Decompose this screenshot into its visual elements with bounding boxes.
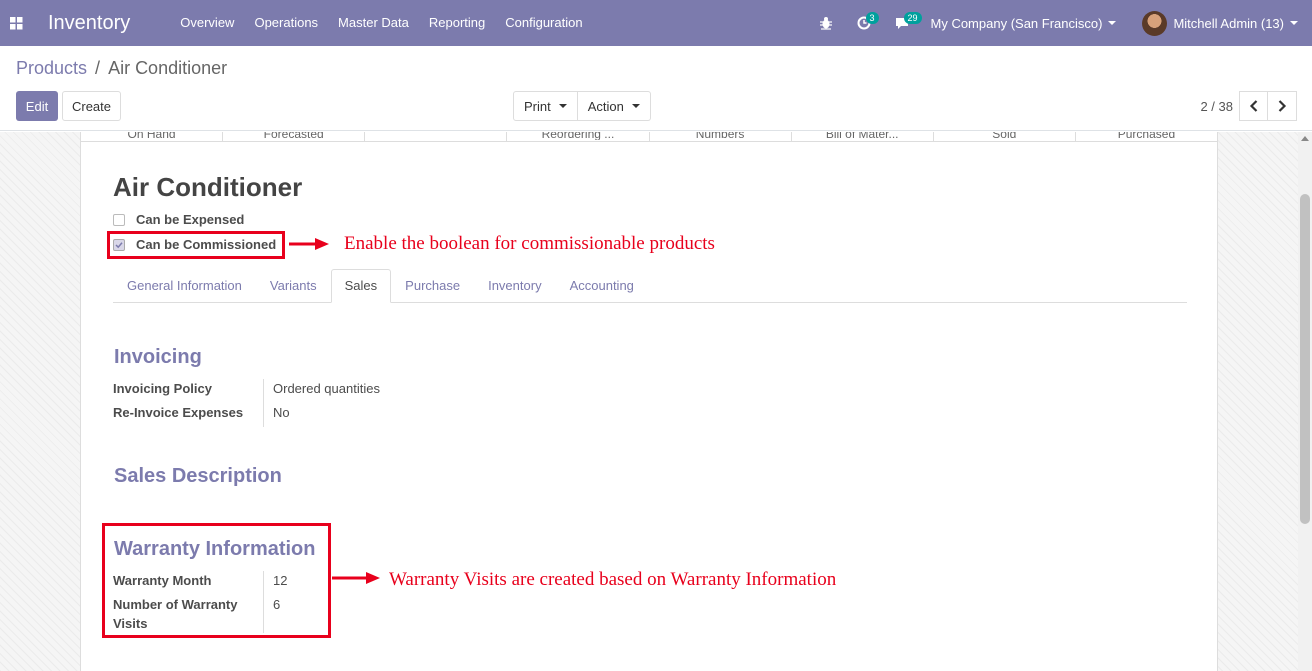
stat-button-purchased[interactable]: Purchased [1076, 132, 1217, 141]
user-menu[interactable]: Mitchell Admin (13) [1132, 10, 1312, 36]
print-dropdown-button[interactable]: Print [513, 91, 578, 121]
stat-label: Purchased [1117, 132, 1176, 140]
reinvoice-expenses-row: Re-Invoice Expenses No [113, 403, 513, 427]
caret-down-icon [1290, 21, 1298, 25]
pager-previous-button[interactable] [1239, 91, 1268, 121]
activity-count-badge: 3 [865, 12, 879, 24]
top-navbar: Inventory Overview Operations Master Dat… [0, 0, 1312, 46]
menu-item-reporting[interactable]: Reporting [419, 0, 495, 46]
tab-accounting[interactable]: Accounting [556, 269, 648, 302]
sales-description-title: Sales Description [114, 465, 282, 487]
stat-label: Forecasted [263, 132, 324, 140]
chevron-right-icon [1278, 100, 1287, 112]
can-be-expensed-checkbox[interactable] [113, 213, 125, 226]
can-be-expensed-row: Can be Expensed [113, 212, 244, 227]
caret-down-icon [558, 104, 567, 108]
stat-label: Reordering ... [541, 132, 615, 140]
create-button[interactable]: Create [62, 91, 121, 121]
scroll-up-icon[interactable] [1301, 136, 1309, 141]
message-count-badge: 29 [903, 12, 922, 24]
app-name[interactable]: Inventory [48, 12, 130, 35]
apps-menu-icon[interactable] [0, 0, 32, 46]
company-switcher[interactable]: My Company (San Francisco) [921, 16, 1133, 31]
menu-item-operations[interactable]: Operations [244, 0, 328, 46]
stat-label: Numbers [695, 132, 745, 140]
chevron-left-icon [1249, 100, 1257, 112]
reinvoice-expenses-label: Re-Invoice Expenses [113, 405, 244, 420]
tab-general-information[interactable]: General Information [113, 269, 256, 302]
stat-button-empty[interactable] [365, 132, 508, 141]
menu-item-overview[interactable]: Overview [170, 0, 244, 46]
stat-button-bom[interactable]: Bill of Mater... [792, 132, 934, 141]
pager-next-button[interactable] [1268, 91, 1297, 121]
breadcrumb: Products / Air Conditioner [16, 58, 227, 79]
warranty-arrow-icon [332, 572, 380, 584]
menu-item-master-data[interactable]: Master Data [328, 0, 419, 46]
invoicing-section-title: Invoicing [114, 346, 202, 368]
scrollbar-thumb[interactable] [1300, 194, 1310, 524]
stat-button-sold[interactable]: Sold [934, 132, 1076, 141]
tab-variants[interactable]: Variants [256, 269, 331, 302]
stat-button-on-hand[interactable]: On Hand [81, 132, 224, 141]
tab-sales[interactable]: Sales [330, 269, 392, 303]
commission-highlight-box [107, 231, 285, 259]
caret-down-icon [631, 104, 640, 108]
breadcrumb-current: Air Conditioner [108, 58, 228, 78]
action-dropdown-button[interactable]: Action [577, 91, 651, 121]
reinvoice-expenses-value[interactable]: No [263, 403, 290, 427]
can-be-expensed-label[interactable]: Can be Expensed [136, 212, 244, 227]
smart-button-box: On Hand Forecasted Reordering ... Number… [81, 132, 1217, 142]
vertical-scrollbar[interactable] [1298, 132, 1312, 671]
activity-clock-icon[interactable]: 3 [845, 0, 883, 46]
tab-purchase[interactable]: Purchase [391, 269, 474, 302]
user-name: Mitchell Admin (13) [1173, 15, 1284, 31]
edit-button[interactable]: Edit [16, 91, 58, 121]
breadcrumb-products-link[interactable]: Products [16, 58, 87, 79]
stat-label: Bill of Mater... [825, 132, 899, 140]
pager: 2 / 38 [1200, 91, 1297, 121]
invoicing-policy-row: Invoicing Policy Ordered quantities [113, 379, 513, 403]
stat-label: On Hand [127, 132, 176, 140]
pager-value[interactable]: 2 / 38 [1200, 99, 1233, 114]
control-panel: Products / Air Conditioner Edit Create P… [0, 46, 1312, 131]
action-label: Action [587, 98, 624, 114]
avatar [1142, 10, 1168, 36]
notebook-tabs: General Information Variants Sales Purch… [113, 269, 1187, 303]
stat-button-forecasted[interactable]: Forecasted [223, 132, 366, 141]
warranty-highlight-box [102, 523, 331, 638]
main-menu: Overview Operations Master Data Reportin… [170, 0, 592, 46]
company-name: My Company (San Francisco) [930, 15, 1103, 31]
menu-item-configuration[interactable]: Configuration [495, 0, 592, 46]
stat-label: Sold [992, 132, 1017, 140]
breadcrumb-separator: / [95, 58, 101, 78]
debug-bug-icon[interactable] [807, 0, 845, 46]
invoicing-policy-value[interactable]: Ordered quantities [263, 379, 380, 403]
commission-arrow-icon [289, 238, 329, 250]
invoicing-policy-label: Invoicing Policy [113, 381, 212, 396]
warranty-annotation: Warranty Visits are created based on War… [389, 569, 837, 590]
product-title[interactable]: Air Conditioner [113, 172, 302, 203]
stat-button-numbers[interactable]: Numbers [650, 132, 792, 141]
print-label: Print [524, 98, 551, 114]
stat-button-reordering[interactable]: Reordering ... [507, 132, 650, 141]
tab-inventory[interactable]: Inventory [474, 269, 555, 302]
messages-chat-icon[interactable]: 29 [883, 0, 922, 46]
commission-annotation: Enable the boolean for commissionable pr… [344, 233, 715, 254]
caret-down-icon [1108, 21, 1117, 25]
action-button-group: Print Action [513, 91, 651, 121]
